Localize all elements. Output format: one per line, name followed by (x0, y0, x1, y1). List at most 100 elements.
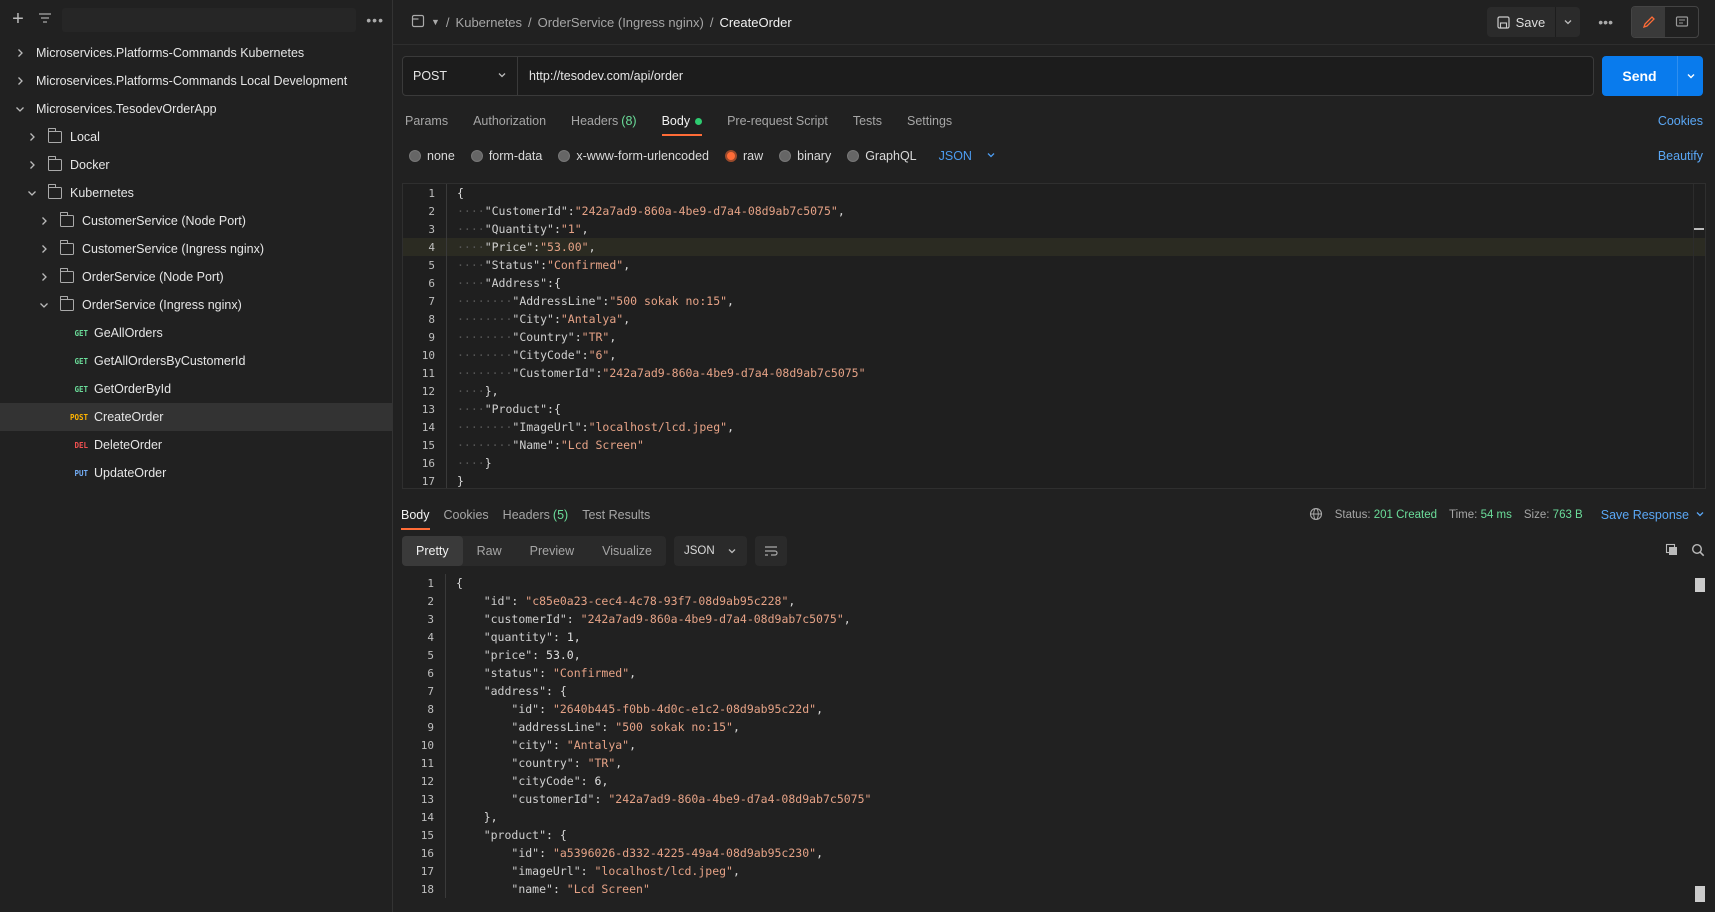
globe-icon[interactable] (1309, 507, 1323, 524)
code-line: 12 ····}, (403, 382, 1705, 400)
new-item-icon[interactable]: + (8, 8, 28, 31)
radio-icon[interactable] (779, 150, 792, 162)
save-dropdown-icon[interactable] (1556, 17, 1580, 27)
sidebar-folder-item[interactable]: OrderService (Ingress nginx) (0, 291, 392, 319)
gutter (434, 736, 446, 754)
breadcrumb-item-kubernetes[interactable]: Kubernetes (456, 15, 523, 30)
sidebar-folder-item[interactable]: CustomerService (Ingress nginx) (0, 235, 392, 263)
chevron-right-icon[interactable] (26, 159, 38, 171)
chevron-right-icon[interactable] (14, 75, 26, 87)
more-options-icon[interactable]: ••• (366, 12, 384, 28)
token: "customerId" (511, 792, 595, 806)
breadcrumb-item-orderservice[interactable]: OrderService (Ingress nginx) (538, 15, 704, 30)
editor-scrollbar[interactable] (1693, 184, 1705, 488)
sidebar-request-item[interactable]: GET GeAllOrders (0, 319, 392, 347)
response-tab-headers[interactable]: Headers (5) (503, 502, 569, 528)
sidebar-folder-item[interactable]: Docker (0, 151, 392, 179)
token: "CustomerId" (512, 366, 596, 380)
send-dropdown-icon[interactable] (1677, 56, 1703, 96)
beautify-link[interactable]: Beautify (1658, 149, 1703, 163)
sidebar-folder-item[interactable]: Local (0, 123, 392, 151)
tab-headers[interactable]: Headers (8) (571, 106, 637, 136)
wrap-lines-icon (764, 546, 778, 556)
comments-icon[interactable] (1665, 7, 1698, 37)
wrap-lines-button[interactable] (754, 536, 787, 566)
scrollbar-thumb[interactable] (1694, 228, 1704, 230)
chevron-right-icon[interactable] (38, 243, 50, 255)
cookies-link[interactable]: Cookies (1658, 106, 1703, 136)
chevron-right-icon[interactable] (38, 215, 50, 227)
view-visualize[interactable]: Visualize (588, 536, 666, 566)
response-scrollbar[interactable] (1694, 574, 1706, 904)
radio-icon[interactable] (847, 150, 860, 162)
tab-params[interactable]: Params (405, 106, 448, 136)
sidebar-request-item[interactable]: GET GetOrderById (0, 375, 392, 403)
send-button[interactable]: Send (1602, 68, 1677, 84)
tab-settings[interactable]: Settings (907, 106, 952, 136)
request-type-icon[interactable] (411, 14, 425, 31)
response-format-select[interactable]: JSON (673, 536, 747, 566)
view-raw[interactable]: Raw (463, 536, 516, 566)
response-body-viewer[interactable]: 1{2 "id": "c85e0a23-cec4-4c78-93f7-08d9a… (402, 574, 1706, 904)
view-pretty[interactable]: Pretty (402, 536, 463, 566)
request-name[interactable]: CreateOrder (719, 15, 791, 30)
search-icon[interactable] (1691, 543, 1705, 560)
body-type-none[interactable]: none (409, 149, 455, 163)
body-type-x-www-form-urlencoded[interactable]: x-www-form-urlencoded (558, 149, 709, 163)
token: : (532, 648, 547, 662)
chevron-down-icon[interactable] (14, 103, 26, 115)
chevron-right-icon[interactable] (26, 131, 38, 143)
copy-icon[interactable] (1665, 543, 1679, 560)
body-type-raw[interactable]: raw (725, 149, 763, 163)
chevron-down-icon (728, 549, 736, 554)
more-options-icon[interactable]: ••• (1590, 14, 1621, 30)
request-body-editor[interactable]: 1{2 ····"CustomerId":"242a7ad9-860a-4be9-… (402, 183, 1706, 489)
response-tab-cookies[interactable]: Cookies (444, 502, 489, 528)
tab-tests[interactable]: Tests (853, 106, 882, 136)
body-type-form-data[interactable]: form-data (470, 149, 542, 163)
token: , (601, 774, 609, 788)
token: : (539, 666, 553, 680)
radio-icon[interactable] (409, 150, 421, 162)
token: "Antalya" (566, 738, 630, 752)
sidebar-collection-item[interactable]: Microservices.Platforms-Commands Local D… (0, 67, 392, 95)
save-button[interactable]: Save (1487, 7, 1557, 37)
scrollbar-thumb[interactable] (1695, 886, 1705, 902)
body-type-graphql[interactable]: GraphQL (847, 149, 917, 163)
sidebar-request-item[interactable]: DEL DeleteOrder (0, 431, 392, 459)
filter-input[interactable] (62, 7, 357, 32)
body-format-select[interactable]: JSON (939, 149, 996, 163)
sidebar-collection-item[interactable]: Microservices.Platforms-Commands Kuberne… (0, 39, 392, 67)
sidebar-request-item[interactable]: PUT UpdateOrder (0, 459, 392, 487)
save-response-button[interactable]: Save Response (1601, 508, 1705, 522)
sidebar-collection-item[interactable]: Microservices.TesodevOrderApp (0, 95, 392, 123)
tab-authorization[interactable]: Authorization (473, 106, 546, 136)
chevron-right-icon[interactable] (38, 271, 50, 283)
radio-icon[interactable] (558, 150, 571, 162)
scrollbar-thumb[interactable] (1695, 578, 1705, 592)
response-tab-test-results[interactable]: Test Results (582, 502, 650, 528)
edit-mode-icon[interactable] (1632, 7, 1665, 37)
tab-pre-request-script[interactable]: Pre-request Script (727, 106, 828, 136)
view-preview[interactable]: Preview (516, 536, 588, 566)
radio-icon[interactable] (470, 150, 483, 162)
chevron-right-icon[interactable] (14, 47, 26, 59)
sidebar-request-item[interactable]: GET GetAllOrdersByCustomerId (0, 347, 392, 375)
sidebar-request-item[interactable]: POST CreateOrder (0, 403, 392, 431)
chevron-down-icon[interactable]: ▼ (431, 17, 440, 27)
code-line: 7 "address": { (402, 682, 1706, 700)
method-select[interactable]: POST (403, 57, 518, 95)
chevron-down-icon[interactable] (26, 187, 38, 199)
url-input[interactable]: http://tesodev.com/api/order (518, 57, 1593, 95)
sidebar-folder-item[interactable]: OrderService (Node Port) (0, 263, 392, 291)
response-tab-body[interactable]: Body (401, 502, 430, 530)
filter-icon[interactable] (38, 12, 52, 27)
radio-icon[interactable] (725, 150, 737, 162)
token: "Lcd Screen" (566, 882, 650, 896)
sidebar-folder-item[interactable]: CustomerService (Node Port) (0, 207, 392, 235)
chevron-down-icon[interactable] (38, 299, 50, 311)
body-type-binary[interactable]: binary (779, 149, 831, 163)
sidebar-folder-item[interactable]: Kubernetes (0, 179, 392, 207)
token: "TR" (587, 756, 616, 770)
tab-body[interactable]: Body (661, 106, 703, 136)
